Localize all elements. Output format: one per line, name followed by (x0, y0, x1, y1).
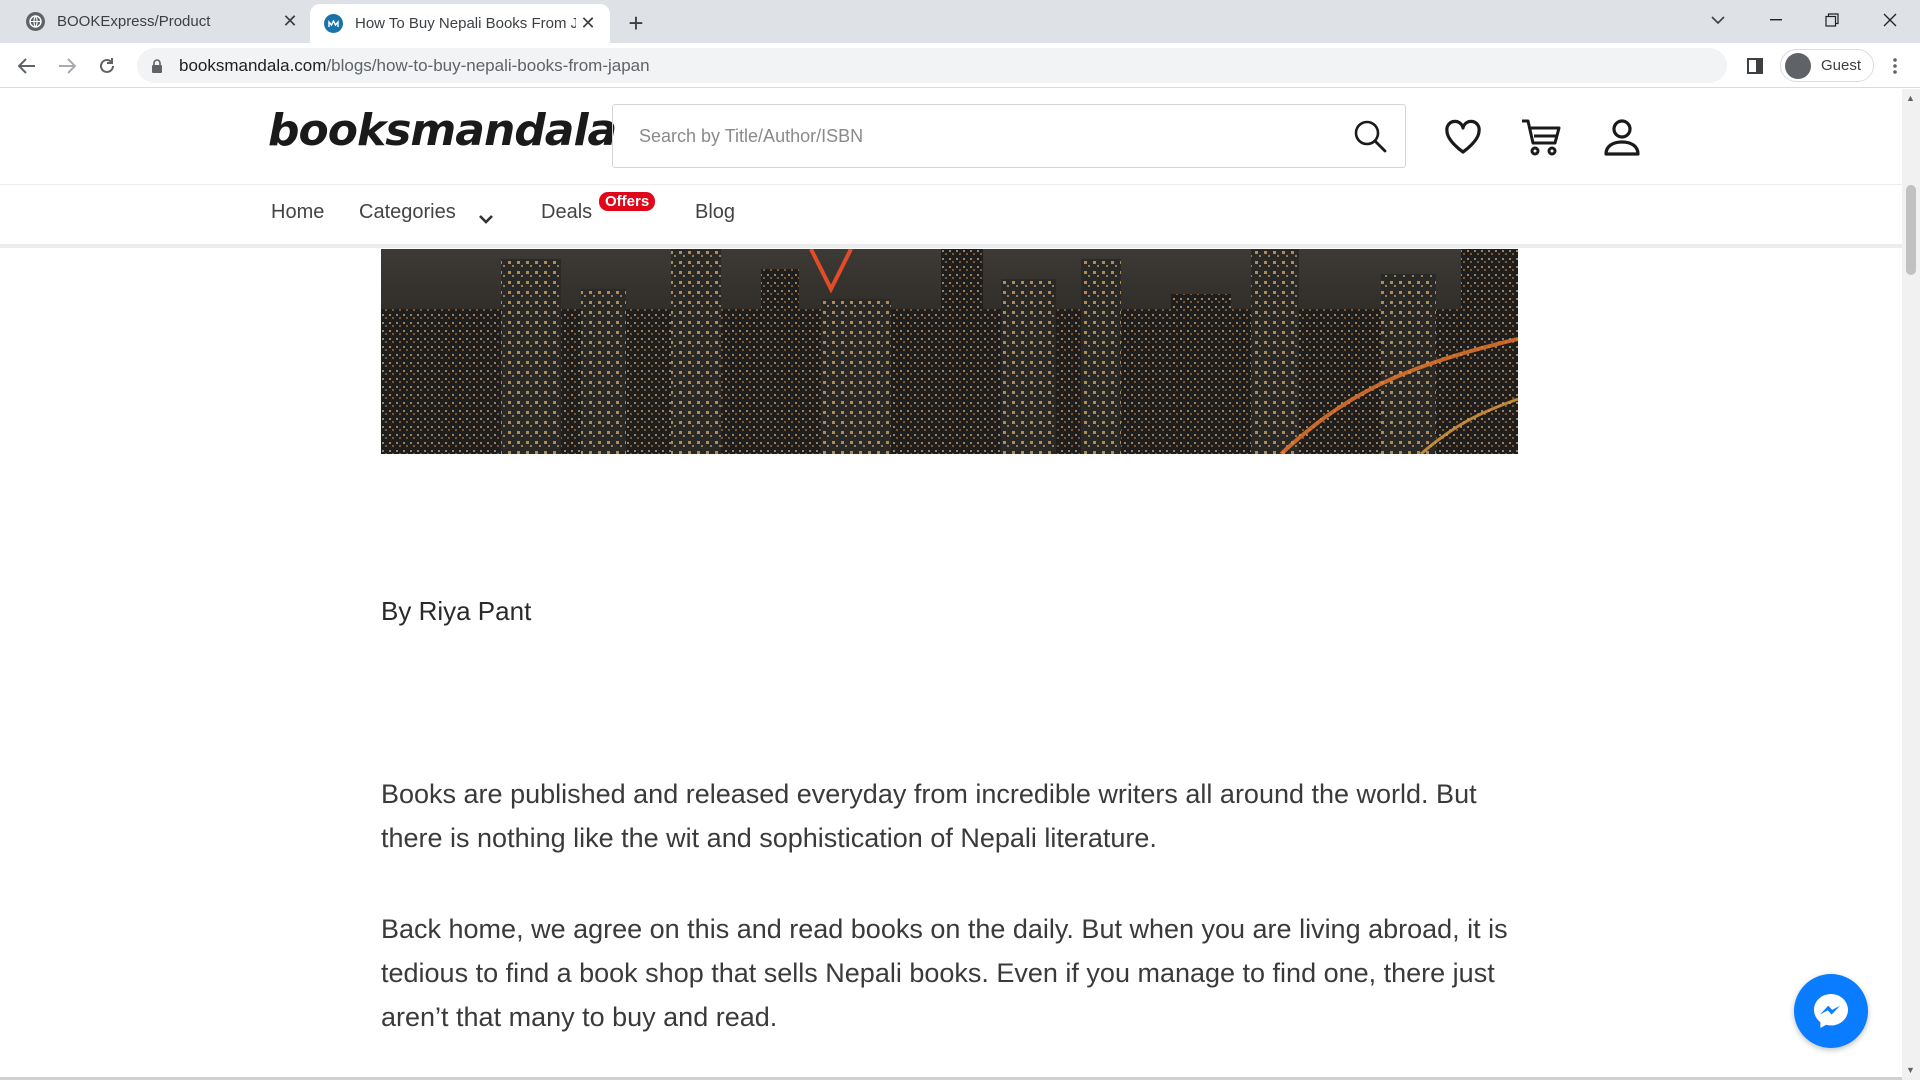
minimize-icon[interactable] (1748, 0, 1804, 40)
scroll-up-arrow-icon[interactable]: ▲ (1906, 93, 1915, 103)
close-window-icon[interactable] (1862, 0, 1918, 40)
avatar (1785, 52, 1811, 79)
reload-icon[interactable] (92, 51, 122, 81)
back-arrow-icon[interactable] (12, 51, 42, 81)
browser-menu-icon[interactable] (1880, 51, 1910, 81)
tab-title: How To Buy Nepali Books From J (355, 15, 576, 32)
article-hero-image (381, 249, 1518, 454)
web-page: booksmandala Home Categories Deals Offer… (0, 89, 1902, 1080)
address-bar[interactable]: booksmandala.com/blogs/how-to-buy-nepali… (137, 48, 1727, 83)
city-night-image (381, 249, 1518, 454)
lock-icon (152, 58, 162, 73)
main-navigation: Home Categories Deals Offers Blog (0, 184, 1902, 248)
nav-home[interactable]: Home (271, 201, 324, 224)
close-tab-icon[interactable]: ✕ (278, 10, 302, 34)
browser-tab-bookexpress[interactable]: BOOKExpress/Product ✕ (12, 0, 312, 43)
article-paragraph: Books are published and released everyda… (381, 779, 1477, 853)
browser-tab-booksmandala[interactable]: How To Buy Nepali Books From J ✕ (310, 4, 610, 43)
article-paragraph: Back home, we agree on this and read boo… (381, 914, 1508, 1032)
user-account-icon[interactable] (1603, 117, 1643, 157)
forward-arrow-icon[interactable] (52, 51, 82, 81)
scrollbar-thumb[interactable] (1906, 185, 1916, 275)
search-box[interactable] (612, 104, 1406, 168)
scroll-down-arrow-icon[interactable]: ▼ (1906, 1065, 1915, 1075)
article-author: By Riya Pant (381, 596, 532, 626)
browser-toolbar: booksmandala.com/blogs/how-to-buy-nepali… (0, 43, 1920, 88)
cart-icon[interactable] (1520, 117, 1561, 157)
new-tab-button[interactable]: + (620, 7, 652, 39)
tab-title: BOOKExpress/Product (57, 13, 211, 30)
profile-label: Guest (1821, 57, 1862, 74)
search-input[interactable] (639, 125, 1339, 147)
globe-icon (26, 12, 45, 31)
heart-icon[interactable] (1443, 117, 1483, 157)
messenger-icon (1814, 994, 1848, 1028)
page-scrollbar[interactable]: ▲ ▼ (1902, 89, 1920, 1080)
side-panel-icon[interactable] (1740, 51, 1770, 81)
nav-deals[interactable]: Deals (541, 201, 592, 224)
profile-button[interactable]: Guest (1780, 49, 1875, 82)
url-host: booksmandala.com (179, 55, 327, 75)
search-icon[interactable] (1353, 119, 1387, 153)
close-tab-icon[interactable]: ✕ (576, 12, 600, 36)
url-path: /blogs/how-to-buy-nepali-books-from-japa… (326, 55, 650, 75)
nav-blog[interactable]: Blog (695, 201, 735, 224)
browser-tab-strip: BOOKExpress/Product ✕ How To Buy Nepali … (0, 0, 1920, 43)
site-header: booksmandala (0, 89, 1902, 184)
tab-search-chevron-icon[interactable] (1690, 0, 1746, 40)
booksmandala-favicon (324, 14, 343, 33)
offers-badge: Offers (599, 192, 656, 211)
restore-icon[interactable] (1804, 0, 1860, 40)
nav-categories[interactable]: Categories (359, 201, 456, 224)
messenger-chat-button[interactable] (1794, 974, 1868, 1048)
chevron-down-icon[interactable] (478, 207, 494, 230)
site-logo[interactable]: booksmandala (268, 105, 617, 156)
